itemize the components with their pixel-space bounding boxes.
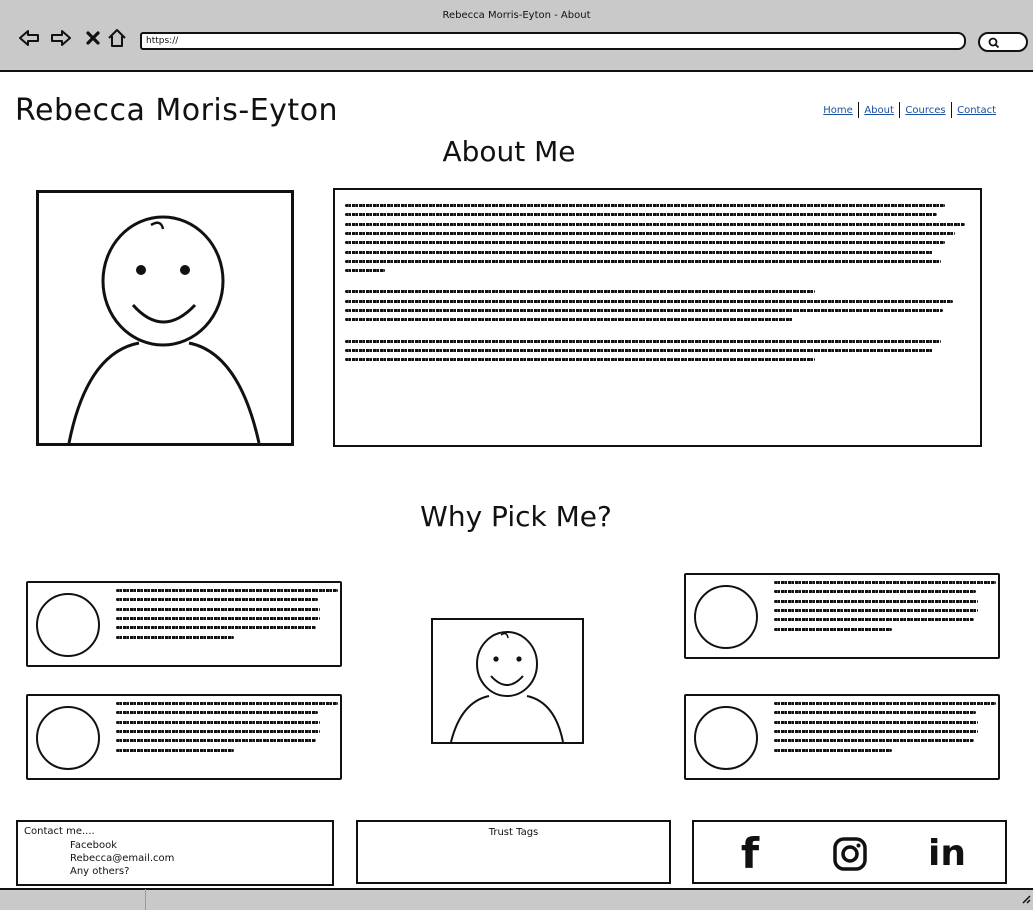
placeholder-text-line [345, 299, 953, 303]
contact-item-facebook[interactable]: Facebook [70, 840, 117, 851]
placeholder-text-line [774, 739, 974, 743]
url-input[interactable]: https:// [140, 32, 966, 50]
placeholder-text-line [116, 720, 320, 724]
nav-link-contact[interactable]: Contact [952, 105, 1001, 116]
placeholder-text-line [116, 598, 318, 602]
placeholder-text-line [774, 581, 996, 584]
placeholder-text-line [116, 748, 234, 752]
instagram-icon[interactable] [828, 832, 872, 876]
about-text-block [333, 188, 982, 447]
placeholder-text-line [345, 241, 945, 245]
placeholder-text-line [774, 711, 976, 715]
placeholder-text-line [774, 618, 974, 622]
feature-image-placeholder [36, 593, 100, 657]
feature-card [684, 573, 1000, 659]
search-icon [988, 37, 1000, 49]
resize-grip-icon[interactable] [1019, 889, 1031, 908]
placeholder-text-line [774, 702, 996, 705]
profile-photo [36, 190, 294, 446]
contact-item-others: Any others? [70, 866, 130, 877]
status-divider [145, 889, 146, 910]
placeholder-text-line [345, 213, 937, 217]
placeholder-text-line [116, 702, 338, 705]
feature-card [26, 581, 342, 667]
placeholder-text-line [345, 358, 815, 362]
placeholder-text-line [116, 739, 316, 743]
placeholder-text-line [774, 720, 978, 724]
placeholder-text-line [116, 711, 318, 715]
home-icon[interactable] [106, 27, 128, 49]
nav-link-home[interactable]: Home [818, 105, 858, 116]
placeholder-text-line [345, 204, 945, 207]
placeholder-text-line [116, 635, 234, 639]
nav-link-about[interactable]: About [859, 105, 899, 116]
placeholder-text-line [116, 616, 320, 620]
why-heading: Why Pick Me? [420, 500, 612, 533]
placeholder-text-line [774, 590, 976, 594]
placeholder-text-line [345, 339, 941, 343]
trust-tags-label: Trust Tags [488, 827, 539, 838]
contact-box: Contact me.... Facebook Rebecca@email.co… [16, 820, 334, 886]
placeholder-text-line [116, 589, 338, 592]
feature-image-placeholder [36, 706, 100, 770]
status-bar [0, 888, 1033, 910]
contact-title: Contact me.... [24, 826, 95, 837]
facebook-icon[interactable]: f [730, 832, 770, 876]
social-links: f in [692, 820, 1007, 884]
placeholder-text-line [345, 269, 385, 273]
placeholder-text-line [345, 309, 943, 312]
center-photo [431, 618, 584, 744]
placeholder-text-line [774, 608, 978, 612]
stop-icon[interactable] [82, 27, 104, 49]
site-title: Rebecca Moris-Eyton [15, 93, 339, 128]
placeholder-text-line [116, 607, 320, 611]
placeholder-text-line [345, 348, 933, 352]
person-avatar-icon [67, 215, 261, 444]
linkedin-icon[interactable]: in [922, 832, 972, 876]
top-nav: Home About Cources Contact [818, 102, 1001, 118]
placeholder-text-line [345, 231, 955, 235]
feature-card [26, 694, 342, 780]
placeholder-text-line [774, 729, 978, 733]
window-title: Rebecca Morris-Eyton - About [442, 10, 591, 21]
back-icon[interactable] [18, 27, 40, 49]
placeholder-text-line [345, 250, 933, 254]
feature-image-placeholder [694, 706, 758, 770]
feature-card [684, 694, 1000, 780]
contact-item-email[interactable]: Rebecca@email.com [70, 853, 174, 864]
person-avatar-icon [450, 631, 564, 743]
nav-link-courses[interactable]: Cources [900, 105, 950, 116]
placeholder-text-line [345, 318, 793, 322]
placeholder-text-line [774, 599, 978, 603]
forward-icon[interactable] [50, 27, 72, 49]
placeholder-text-line [116, 729, 320, 733]
placeholder-text-line [774, 748, 892, 752]
placeholder-text-line [345, 222, 965, 226]
search-button[interactable] [978, 32, 1028, 52]
placeholder-text-line [345, 290, 815, 294]
placeholder-text-line [116, 626, 316, 630]
placeholder-text-line [774, 627, 892, 631]
feature-image-placeholder [694, 585, 758, 649]
placeholder-text-line [345, 259, 941, 263]
trust-tags-box: Trust Tags [356, 820, 671, 884]
about-heading: About Me [442, 135, 576, 168]
